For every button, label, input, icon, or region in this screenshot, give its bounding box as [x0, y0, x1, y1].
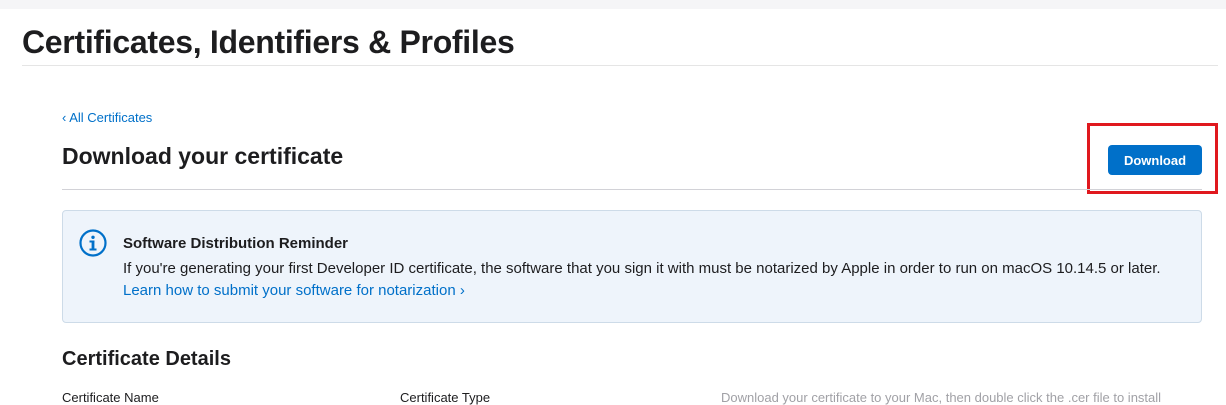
- reminder-body: If you're generating your first Develope…: [123, 258, 1183, 302]
- title-divider: [22, 65, 1218, 66]
- all-certificates-link[interactable]: ‹ All Certificates: [62, 110, 152, 125]
- download-instructions: Download your certificate to your Mac, t…: [721, 390, 1162, 405]
- reminder-body-text: If you're generating your first Develope…: [123, 260, 1161, 277]
- info-icon: [79, 229, 107, 257]
- heading-divider: [62, 189, 1202, 190]
- download-button[interactable]: Download: [1108, 145, 1202, 175]
- certificate-type-label: Certificate Type: [400, 390, 491, 405]
- software-distribution-reminder: Software Distribution Reminder If you're…: [62, 210, 1202, 323]
- page-edge: [1218, 9, 1226, 400]
- top-bar: [0, 0, 1226, 9]
- certificate-details-heading: Certificate Details: [62, 348, 231, 370]
- notarization-link[interactable]: Learn how to submit your software for no…: [123, 282, 465, 299]
- certificate-name-label: Certificate Name: [62, 390, 159, 405]
- reminder-title: Software Distribution Reminder: [123, 235, 349, 252]
- page-title: Certificates, Identifiers & Profiles: [22, 24, 515, 60]
- section-heading: Download your certificate: [62, 143, 344, 169]
